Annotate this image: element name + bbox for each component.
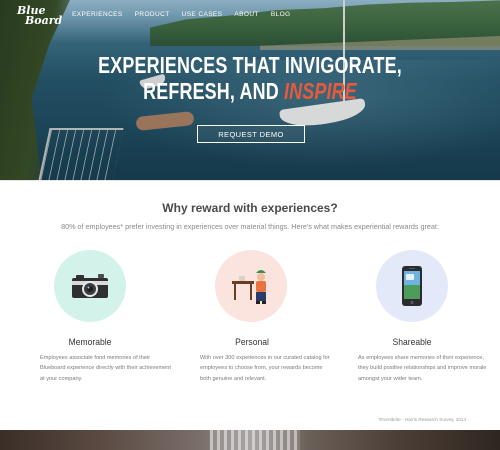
hero-divider [0,180,500,181]
survey-footnote: *Eventbrite - Harris Research Survey, 20… [378,417,466,422]
hero-headline-line-1: EXPERIENCES THAT INVIGORATE, [98,52,402,78]
main-nav: Experiences Product Use Cases About Blog [72,11,290,18]
nav-item-blog[interactable]: Blog [271,11,291,18]
logo-line-2: Board [25,14,63,27]
feature-memorable-title: Memorable [68,337,112,348]
feature-personal-title: Personal [235,337,269,348]
feature-personal-circle [215,250,287,322]
feature-shareable-circle [376,250,448,322]
hero-headline-accent: INSPIRE [284,78,357,104]
feature-personal-description: With over 300 experiences in our curated… [200,355,330,382]
request-demo-button[interactable]: REQUEST DEMO [197,125,305,143]
feature-memorable-description: Employees associate fond memories of the… [40,355,171,382]
feature-shareable-description: As employees share memories of their exp… [358,355,487,382]
hero-headline: EXPERIENCES THAT INVIGORATE, REFRESH, AN… [55,52,445,104]
hero-headline-line-2: REFRESH, AND [143,78,285,104]
blueboard-logo[interactable]: Blue Board [17,5,63,28]
next-section-image [0,430,500,450]
section-title: Why reward with experiences? [162,201,338,215]
person-at-table-icon [229,266,275,306]
nav-item-about[interactable]: About [234,11,258,18]
nav-item-use-cases[interactable]: Use Cases [182,11,223,18]
feature-shareable-title: Shareable [392,337,432,348]
nav-item-experiences[interactable]: Experiences [72,11,123,18]
feature-memorable-circle [54,250,126,322]
smartphone-icon [400,264,424,308]
nav-item-product[interactable]: Product [135,11,170,18]
section-subtitle: 80% of employees* prefer investing in ex… [61,222,439,231]
camera-icon [68,272,112,300]
waterfall-image [210,430,300,450]
